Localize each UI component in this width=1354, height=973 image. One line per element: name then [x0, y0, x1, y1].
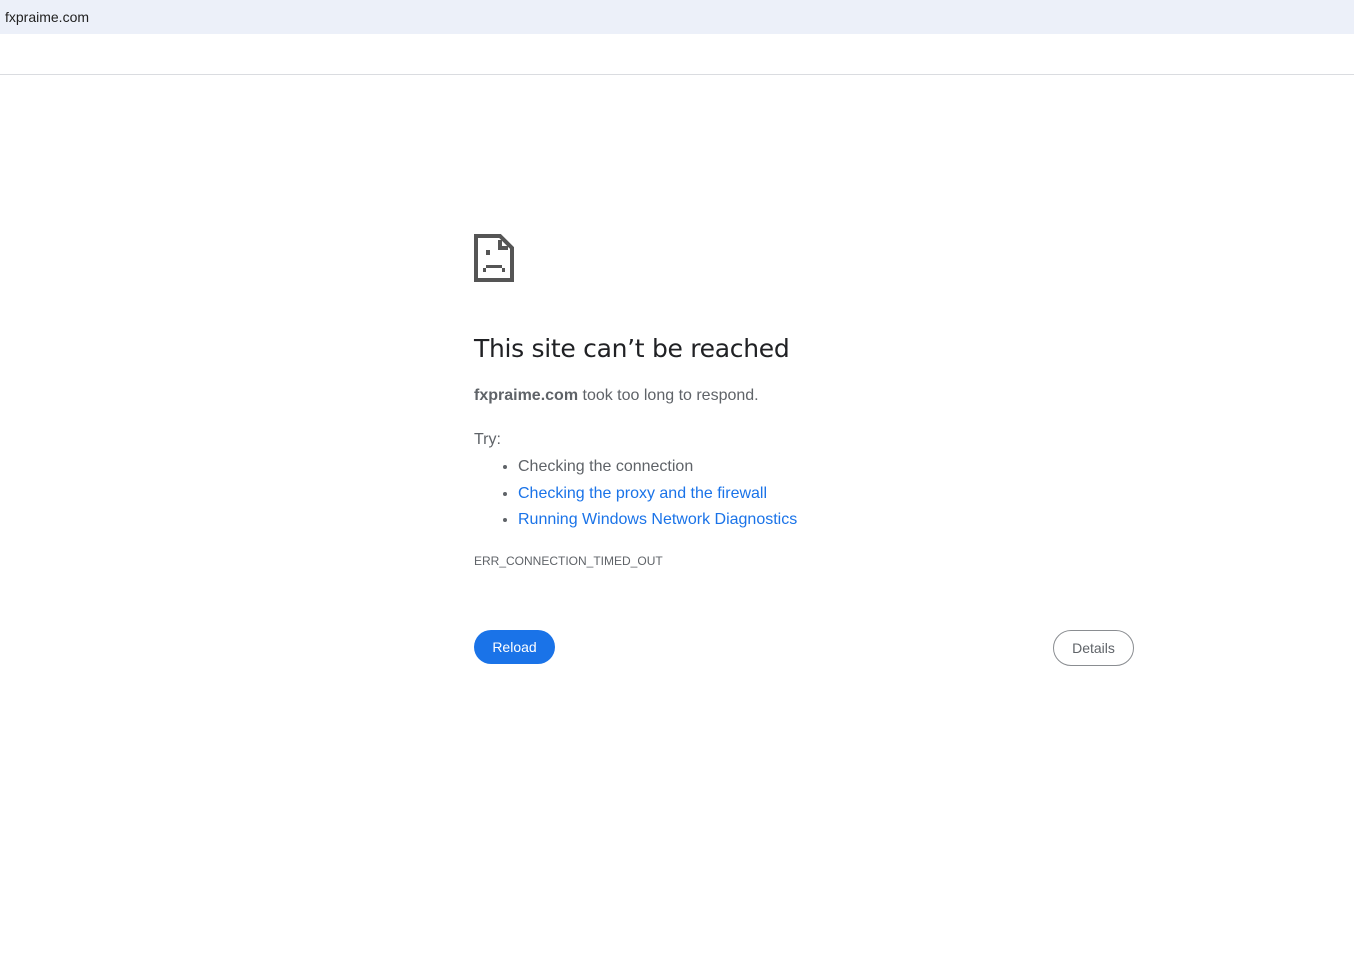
title-bar: fxpraime.com — [0, 0, 1354, 34]
error-code: ERR_CONNECTION_TIMED_OUT — [474, 554, 663, 568]
error-host: fxpraime.com — [474, 387, 579, 404]
reload-button[interactable]: Reload — [474, 630, 555, 664]
error-page: This site can’t be reached fxpraime.com … — [474, 234, 1134, 666]
page-title: fxpraime.com — [5, 9, 90, 25]
toolbar — [0, 34, 1354, 75]
suggestion-item: Checking the connection — [518, 454, 797, 481]
suggestion-item: Checking the proxy and the firewall — [518, 481, 797, 508]
error-message: took too long to respond. — [578, 387, 759, 404]
error-heading: This site can’t be reached — [474, 334, 790, 363]
network-diagnostics-link[interactable]: Running Windows Network Diagnostics — [518, 511, 797, 528]
suggestion-item: Running Windows Network Diagnostics — [518, 507, 797, 534]
error-description: fxpraime.com took too long to respond. — [474, 387, 759, 405]
try-label: Try: — [474, 431, 501, 448]
proxy-firewall-link[interactable]: Checking the proxy and the firewall — [518, 485, 767, 502]
suggestions-list: Checking the connection Checking the pro… — [474, 454, 797, 534]
sad-page-icon — [474, 234, 514, 282]
details-button[interactable]: Details — [1053, 630, 1134, 666]
